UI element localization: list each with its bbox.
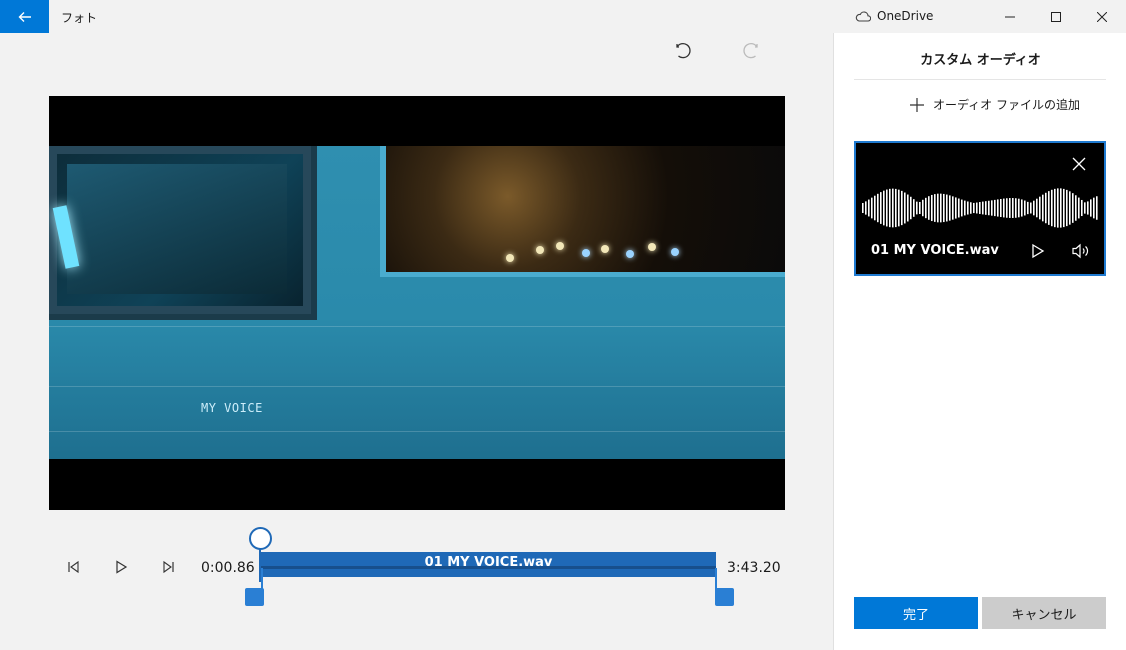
done-button[interactable]: 完了: [854, 597, 978, 629]
redo-icon: [743, 43, 758, 59]
picture-frame: [49, 146, 317, 320]
cloud-icon: [855, 10, 871, 22]
video-overlay-text: MY VOICE: [201, 401, 263, 415]
add-audio-file-button[interactable]: オーディオ ファイルの追加: [909, 96, 1080, 113]
onedrive-label: OneDrive: [877, 9, 934, 23]
back-button[interactable]: [0, 0, 49, 33]
step-back-button[interactable]: [63, 557, 83, 577]
cancel-button[interactable]: キャンセル: [982, 597, 1106, 629]
audio-track[interactable]: 01 MY VOICE.wav: [261, 552, 716, 577]
onedrive-account[interactable]: OneDrive: [855, 9, 933, 23]
current-time: 0:00.86: [201, 560, 255, 576]
step-back-icon: [68, 560, 79, 574]
custom-audio-panel: カスタム オーディオ オーディオ ファイルの追加 01 MY VOICE.wav…: [833, 33, 1126, 650]
title-bar: フォト OneDrive: [0, 0, 1126, 33]
redo-button[interactable]: [740, 41, 762, 63]
divider: [854, 79, 1106, 80]
close-icon: [1097, 11, 1107, 22]
audio-file-name: 01 MY VOICE.wav: [871, 243, 999, 258]
close-icon[interactable]: [1071, 156, 1087, 172]
trim-end-handle[interactable]: [715, 588, 734, 606]
audio-card[interactable]: 01 MY VOICE.wav: [854, 141, 1106, 276]
panel-title: カスタム オーディオ: [920, 53, 1041, 68]
window-view: [380, 146, 785, 277]
playhead-knob[interactable]: [249, 527, 272, 550]
play-icon[interactable]: [1031, 243, 1045, 259]
video-preview[interactable]: MY VOICE: [49, 96, 785, 510]
app-title: フォト: [61, 11, 98, 25]
trim-start-handle[interactable]: [245, 588, 264, 606]
add-audio-label: オーディオ ファイルの追加: [933, 98, 1080, 112]
video-frame: MY VOICE: [49, 146, 785, 459]
minimize-button[interactable]: [987, 0, 1033, 33]
plus-icon: [910, 97, 924, 112]
maximize-button[interactable]: [1033, 0, 1079, 33]
step-forward-icon: [163, 560, 174, 574]
volume-icon[interactable]: [1071, 243, 1091, 259]
close-window-button[interactable]: [1079, 0, 1125, 33]
audio-track-label: 01 MY VOICE.wav: [424, 555, 553, 570]
undo-icon: [676, 43, 691, 59]
undo-button[interactable]: [672, 41, 694, 63]
play-icon: [116, 560, 128, 574]
playhead-line: [259, 547, 261, 582]
step-forward-button[interactable]: [159, 557, 179, 577]
play-button[interactable]: [111, 557, 131, 577]
minimize-icon: [1005, 16, 1015, 17]
back-arrow-icon: [18, 11, 31, 22]
waveform-graphic: [862, 188, 1098, 228]
total-time: 3:43.20: [727, 560, 781, 576]
maximize-icon: [1051, 11, 1061, 22]
